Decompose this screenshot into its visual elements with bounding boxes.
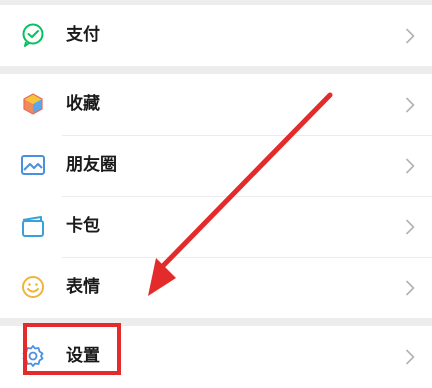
services-group: 收藏 朋友圈 卡包 表情: [0, 74, 432, 318]
chevron-right-icon: [405, 157, 415, 175]
favorites-cube-icon: [20, 91, 46, 117]
chevron-right-icon: [405, 27, 415, 45]
moments-picture-icon: [20, 152, 46, 178]
menu-item-moments[interactable]: 朋友圈: [0, 135, 432, 196]
chevron-right-icon: [405, 218, 415, 236]
menu-item-pay-label: 支付: [66, 25, 100, 45]
annotation-highlight-box: [23, 323, 121, 375]
chevron-right-icon: [405, 96, 415, 114]
menu-item-cards[interactable]: 卡包: [0, 196, 432, 257]
menu-item-favorites[interactable]: 收藏: [0, 74, 432, 135]
card-wallet-icon: [20, 213, 46, 239]
chevron-right-icon: [405, 279, 415, 297]
menu-item-favorites-label: 收藏: [66, 94, 100, 114]
smiley-face-icon: [20, 274, 46, 300]
menu-item-pay[interactable]: 支付: [0, 5, 432, 66]
menu-item-cards-label: 卡包: [66, 216, 100, 236]
pay-group: 支付: [0, 5, 432, 66]
menu-item-stickers-label: 表情: [66, 277, 100, 297]
chevron-right-icon: [405, 348, 415, 366]
wechat-pay-icon: [20, 22, 46, 48]
menu-item-moments-label: 朋友圈: [66, 155, 117, 175]
menu-item-stickers[interactable]: 表情: [0, 257, 432, 318]
